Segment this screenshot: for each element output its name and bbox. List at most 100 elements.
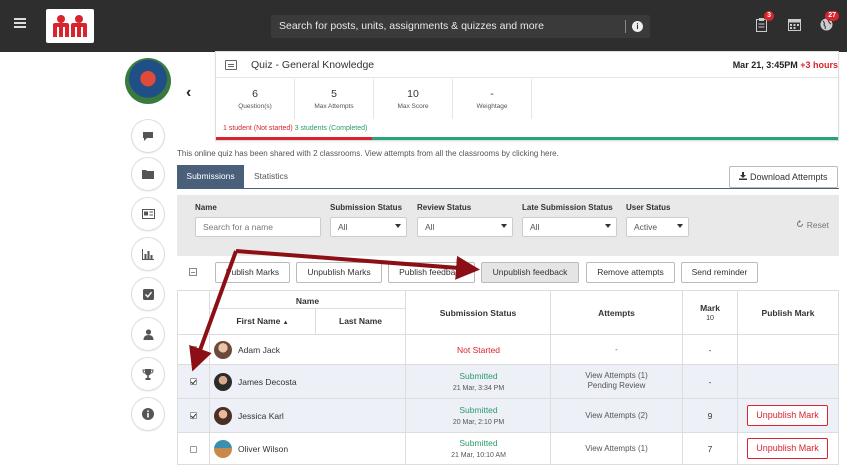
mark-value: 7 <box>707 444 713 454</box>
user-icon[interactable] <box>132 318 164 350</box>
submissions-table: Name First Name ▲ Last Name Submission S… <box>177 290 839 465</box>
stat-weightage: - Weightage <box>453 79 532 119</box>
tab-submissions[interactable]: Submissions <box>177 165 244 188</box>
download-attempts-button[interactable]: Download Attempts <box>729 166 838 188</box>
unpublish-marks-button[interactable]: Unpublish Marks <box>296 262 382 283</box>
student-name[interactable]: Oliver Wilson <box>238 444 288 454</box>
stat-questions: 6 Question(s) <box>216 79 295 119</box>
app-logo[interactable] <box>46 9 94 43</box>
user-status-select[interactable]: Active <box>626 217 689 237</box>
checkbox-icon[interactable] <box>132 278 164 310</box>
quiz-header: Quiz - General Knowledge Mar 21, 3:45PM … <box>216 52 838 78</box>
back-arrow-icon[interactable]: ‹ <box>186 85 196 101</box>
trophy-icon[interactable] <box>132 358 164 390</box>
row-checkbox[interactable] <box>190 378 197 385</box>
table-row: Oliver Wilson Submitted 21 Mar, 10:10 AM … <box>178 432 838 464</box>
bar-chart-icon[interactable] <box>132 238 164 270</box>
attempts: View Attempts (1) Pending Review <box>551 371 682 391</box>
table-row: James Decosta Submitted 21 Mar, 3:34 PM V… <box>178 364 838 398</box>
attempts-note: Pending Review <box>587 381 646 390</box>
menu-icon[interactable] <box>14 18 26 28</box>
chevron-down-icon <box>605 224 611 228</box>
row-checkbox[interactable] <box>190 346 197 353</box>
send-reminder-button[interactable]: Send reminder <box>681 262 758 283</box>
download-icon <box>739 172 748 180</box>
id-card-icon[interactable] <box>132 198 164 230</box>
review-status-value: All <box>425 222 435 232</box>
row-checkbox[interactable] <box>190 446 197 453</box>
quiz-stats: 6 Question(s) 5 Max Attempts 10 Max Score -… <box>216 79 532 119</box>
stat-value: 6 <box>252 88 258 100</box>
submission-status-select[interactable]: All <box>330 217 407 237</box>
attempts: - <box>615 345 618 354</box>
status-text: Submitted <box>459 405 498 415</box>
row-checkbox[interactable] <box>190 412 197 419</box>
student-name[interactable]: Jessica Karl <box>238 411 284 421</box>
stat-value: - <box>490 88 494 100</box>
user-status-label: User Status <box>626 203 671 212</box>
late-submission-label: Late Submission Status <box>522 203 613 212</box>
stat-value: 10 <box>407 88 419 100</box>
stat-value: 5 <box>331 88 337 100</box>
unpublish-mark-button[interactable]: Unpublish Mark <box>747 438 828 459</box>
col-mark-max: 10 <box>706 315 714 322</box>
student-name[interactable]: Adam Jack <box>238 345 280 355</box>
chevron-down-icon <box>677 224 683 228</box>
due-date-text: Mar 21, 3:45PM <box>732 60 798 70</box>
unpublish-feedback-button[interactable]: Unpublish feedback <box>481 262 579 283</box>
view-attempts-link[interactable]: View Attempts (1) <box>585 371 648 380</box>
chevron-down-icon <box>395 224 401 228</box>
late-submission-select[interactable]: All <box>522 217 617 237</box>
submission-status: Submitted 20 Mar, 2:10 PM <box>407 405 550 428</box>
column-divider <box>209 334 210 464</box>
assignment-icon[interactable]: 3 <box>755 11 774 32</box>
progress-completed[interactable]: 3 students (Completed) <box>295 125 368 132</box>
name-search-input[interactable]: Search for a name <box>195 217 321 237</box>
header-divider <box>209 291 210 334</box>
status-date: 21 Mar, 3:34 PM <box>452 385 505 392</box>
reset-button[interactable]: Reset <box>796 220 829 230</box>
col-last-name[interactable]: Last Name <box>315 309 405 334</box>
col-first-name[interactable]: First Name ▲ <box>209 309 315 334</box>
folder-icon[interactable] <box>132 158 164 190</box>
search-placeholder: Search for posts, units, assignments & q… <box>279 20 544 32</box>
shared-note-link[interactable]: clicking here. <box>512 149 559 158</box>
column-divider <box>682 291 683 464</box>
info-icon[interactable]: i <box>632 21 643 32</box>
col-submission-status: Submission Status <box>405 291 550 334</box>
progress-bar-not-started <box>216 137 372 140</box>
progress-not-started[interactable]: 1 student (Not started) <box>223 125 293 132</box>
publish-marks-button[interactable]: Publish Marks <box>215 262 290 283</box>
tab-statistics[interactable]: Statistics <box>254 165 288 188</box>
col-attempts-label: Attempts <box>598 307 635 318</box>
user-status-value: Active <box>634 222 658 232</box>
stat-label: Max Attempts <box>314 103 354 110</box>
shared-note-text: This online quiz has been shared with 2 … <box>177 149 513 158</box>
globe-icon[interactable]: 27 <box>820 11 839 32</box>
column-divider <box>405 291 406 464</box>
col-submission-status-label: Submission Status <box>439 307 517 318</box>
unpublish-mark-button[interactable]: Unpublish Mark <box>747 405 828 426</box>
calendar-icon[interactable] <box>788 18 801 32</box>
filter-panel: Name Search for a name Submission Status… <box>177 195 839 256</box>
mark-value: - <box>708 377 712 387</box>
col-publish-mark: Publish Mark <box>737 291 838 334</box>
classroom-avatar[interactable] <box>125 58 171 104</box>
review-status-select[interactable]: All <box>417 217 513 237</box>
chat-icon[interactable] <box>132 120 164 152</box>
chevron-down-icon <box>501 224 507 228</box>
avatar <box>214 407 232 425</box>
shared-note: This online quiz has been shared with 2 … <box>177 149 559 158</box>
collapse-icon[interactable] <box>189 268 197 276</box>
view-attempts-link[interactable]: View Attempts (2) <box>551 411 682 421</box>
info-circle-icon[interactable] <box>132 398 164 430</box>
publish-feedback-button[interactable]: Publish feedback <box>388 262 475 283</box>
stat-label: Weightage <box>476 103 508 110</box>
remove-attempts-button[interactable]: Remove attempts <box>586 262 675 283</box>
status-text: Submitted <box>459 438 498 448</box>
student-name[interactable]: James Decosta <box>238 377 297 387</box>
search-input[interactable]: Search for posts, units, assignments & q… <box>271 15 650 38</box>
name-filter-label: Name <box>195 203 217 212</box>
view-attempts-link[interactable]: View Attempts (1) <box>551 444 682 454</box>
table-row: Adam Jack Not Started - - <box>178 334 838 364</box>
